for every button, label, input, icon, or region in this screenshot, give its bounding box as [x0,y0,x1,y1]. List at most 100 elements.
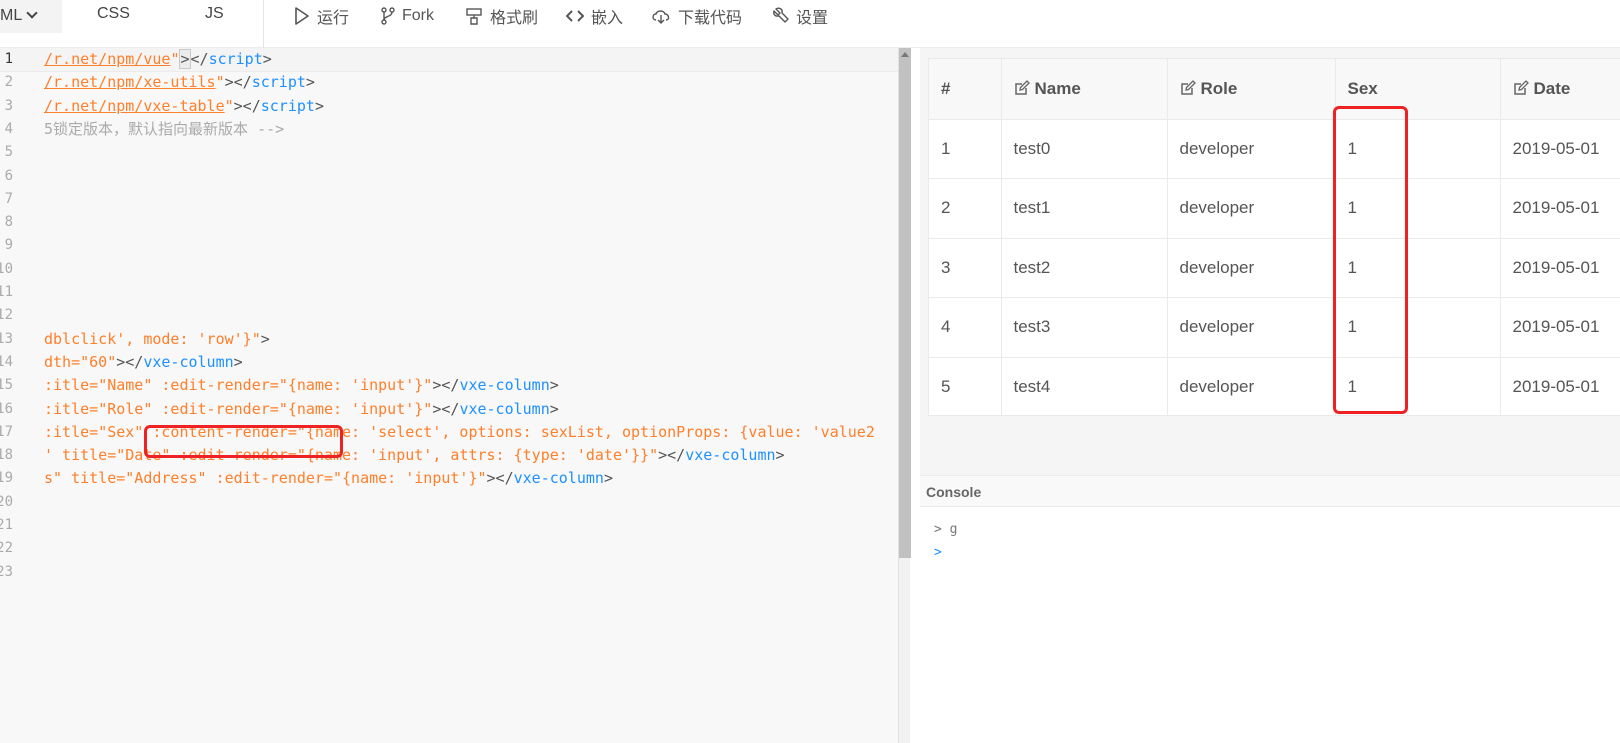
code-line-2: /r.net/npm/xe-utils"></script> [44,73,315,92]
code-line-4: 5锁定版本，默认指向最新版本 --> [44,119,285,138]
cell-sex[interactable]: 1 [1335,238,1501,298]
vxe-table-grid: # Name Role Sex Date 1 test0 developer 1… [928,58,1620,416]
line-number-gutter: 1 2 3 4 5 6 7 8 9 10 11 12 13 14 15 16 1… [0,48,24,743]
cell-date[interactable]: 2019-05-01 [1500,297,1620,358]
scroll-up-arrow-icon[interactable] [901,52,909,57]
download-button-label: 下载代码 [678,10,743,27]
table-header-row: # Name Role Sex Date [929,59,1620,120]
line-number: 4 [4,120,13,137]
chevron-down-icon [26,7,38,19]
line-number: 23 [0,563,13,580]
embed-button-label: 嵌入 [591,10,624,27]
cell-sex[interactable]: 1 [1335,297,1501,358]
code-line-17: :itle="Sex" :content-render="{name: 'sel… [44,422,875,441]
cell-seq: 4 [929,297,1002,358]
cell-role[interactable]: developer [1167,238,1336,298]
format-brush-icon [466,8,482,25]
code-brackets-icon [566,10,584,22]
column-header-date[interactable]: Date [1500,59,1620,120]
play-icon [295,7,309,25]
table-row[interactable]: 5 test4 developer 1 2019-05-01 [929,357,1620,415]
line-number: 17 [0,423,13,440]
cell-name[interactable]: test2 [1001,238,1168,298]
line-number: 8 [4,214,13,231]
cell-name[interactable]: test0 [1001,119,1168,179]
code-line-15: :itle="Name" :edit-render="{name: 'input… [44,376,559,395]
line-number: 19 [0,470,13,487]
cell-sex[interactable]: 1 [1335,178,1501,239]
cell-date[interactable]: 2019-05-01 [1500,357,1620,415]
run-button[interactable]: 运行 [294,4,349,28]
lang-html-label: ML [0,7,23,24]
code-line-14: dth="60"></vxe-column> [44,352,243,371]
fork-icon [381,7,395,25]
column-header-name[interactable]: Name [1001,59,1168,120]
edit-icon [1014,79,1030,95]
tab-js[interactable]: JS [205,5,224,23]
column-header-sex[interactable]: Sex [1335,59,1501,120]
cell-role[interactable]: developer [1167,119,1336,179]
settings-button[interactable]: 设置 [771,4,828,28]
lang-dropdown-html[interactable]: ML [0,0,62,33]
cell-role[interactable]: developer [1167,297,1336,358]
table-row[interactable]: 2 test1 developer 1 2019-05-01 [929,178,1620,239]
run-button-label: 运行 [317,10,350,27]
fork-button[interactable]: Fork [381,4,434,28]
cell-seq: 5 [929,357,1002,415]
console-prompt[interactable]: > [934,545,942,560]
edit-icon [1513,79,1529,95]
download-button[interactable]: 下载代码 [651,4,742,28]
line-number: 2 [4,74,13,91]
cell-name[interactable]: test3 [1001,297,1168,358]
line-number: 15 [0,377,13,394]
html-code-editor[interactable]: 1 2 3 4 5 6 7 8 9 10 11 12 13 14 15 16 1… [0,48,910,743]
cell-seq: 2 [929,178,1002,239]
line-number: 14 [0,353,13,370]
toolbar: ML CSS JS 运行 Fork 格式刷 嵌入 下载代码 设置 [0,0,1620,48]
line-number: 18 [0,447,13,464]
code-line-3: /r.net/npm/vxe-table"></script> [44,96,324,115]
table-row[interactable]: 4 test3 developer 1 2019-05-01 [929,297,1620,358]
wrench-icon [773,7,789,23]
cell-date[interactable]: 2019-05-01 [1500,119,1620,179]
cell-sex[interactable]: 1 [1335,357,1501,415]
line-number: 9 [4,237,13,254]
cell-role[interactable]: developer [1167,357,1336,415]
code-line-19: s" title="Address" :edit-render="{name: … [44,469,613,488]
editor-scrollbar-thumb[interactable] [899,48,911,558]
line-number: 11 [0,284,13,300]
fork-button-label: Fork [402,7,434,24]
line-number: 10 [0,260,13,277]
edit-icon [1180,79,1196,95]
line-number: 20 [0,493,13,510]
console-output-line: > g [934,522,958,537]
table-row[interactable]: 3 test2 developer 1 2019-05-01 [929,238,1620,298]
cell-sex[interactable]: 1 [1335,119,1501,179]
editor-scrollbar[interactable] [898,48,911,743]
cell-role[interactable]: developer [1167,178,1336,239]
cell-name[interactable]: test1 [1001,178,1168,239]
table-row[interactable]: 1 test0 developer 1 2019-05-01 [929,119,1620,179]
tab-css[interactable]: CSS [97,5,130,23]
cell-date[interactable]: 2019-05-01 [1500,178,1620,239]
format-button-label: 格式刷 [490,10,539,27]
line-number: 1 [4,51,13,67]
console-panel: Console > g > [920,475,1620,743]
code-line-1: /r.net/npm/vue"></script> [44,49,272,69]
code-line-13: dblclick', mode: 'row'}"> [44,329,270,348]
cell-name[interactable]: test4 [1001,357,1168,415]
console-title: Console [920,476,1620,507]
result-preview: # Name Role Sex Date 1 test0 developer 1… [920,48,1620,475]
line-number: 21 [0,517,13,533]
line-number: 12 [0,307,13,324]
cell-date[interactable]: 2019-05-01 [1500,238,1620,298]
line-number: 22 [0,540,13,557]
cell-seq: 3 [929,238,1002,298]
embed-button[interactable]: 嵌入 [566,4,623,28]
line-number: 6 [4,167,13,184]
line-number: 13 [0,330,13,347]
column-header-role[interactable]: Role [1167,59,1336,120]
code-line-18: ' title="Date" :edit-render="{name: 'inp… [44,446,785,465]
code-line-16: :itle="Role" :edit-render="{name: 'input… [44,399,559,418]
format-button[interactable]: 格式刷 [465,4,538,28]
